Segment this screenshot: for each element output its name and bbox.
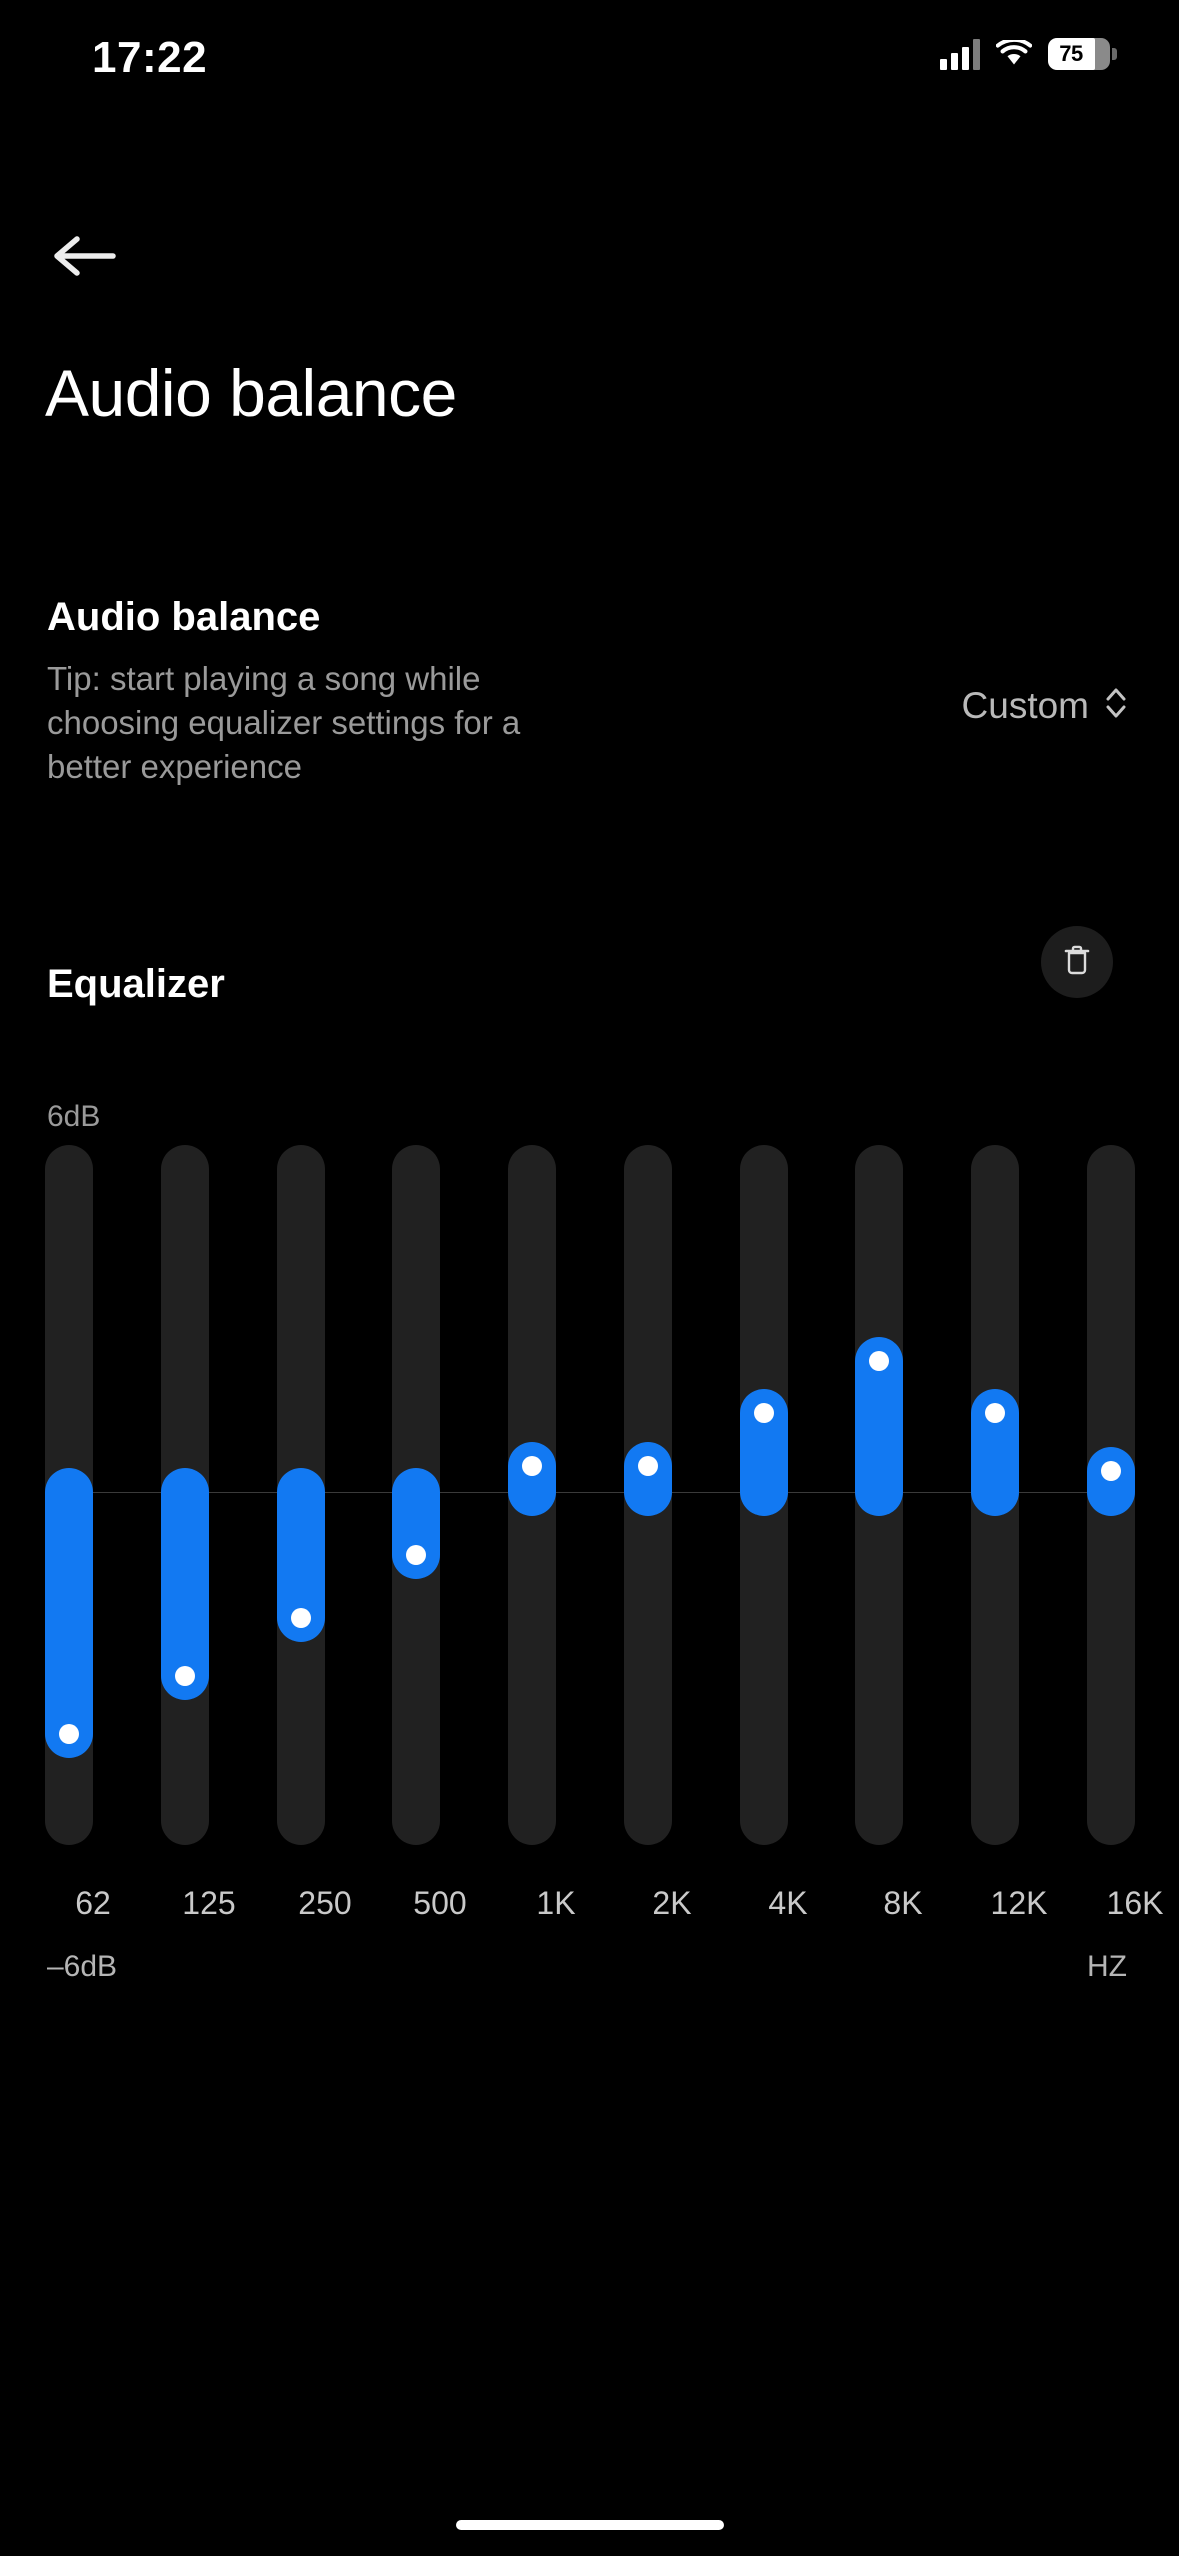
equalizer-band-thumb[interactable] (175, 1665, 195, 1686)
equalizer-sliders[interactable] (45, 1145, 1135, 1845)
back-button[interactable] (36, 210, 132, 306)
audio-balance-tip: Tip: start playing a song while choosing… (47, 660, 521, 785)
equalizer-min-label: –6dB (47, 1950, 118, 1983)
equalizer-band-label: 250 (298, 1885, 352, 1921)
equalizer-band-thumb[interactable] (754, 1403, 774, 1424)
reset-equalizer-button[interactable] (1041, 926, 1113, 998)
trash-icon (1060, 942, 1094, 983)
back-arrow-icon (51, 231, 117, 286)
cellular-signal-icon (940, 38, 980, 70)
equalizer-band-fill (624, 1441, 672, 1516)
home-indicator (455, 2520, 724, 2530)
equalizer-band-125[interactable] (161, 1145, 209, 1845)
wifi-icon (995, 37, 1033, 68)
equalizer-max-label: 6dB (47, 1100, 101, 1133)
equalizer-band-label: 8K (883, 1885, 923, 1921)
status-bar-icons: 75 (940, 37, 1117, 70)
battery-percent-label: 75 (1059, 41, 1083, 66)
equalizer-band-label: 2K (652, 1885, 692, 1921)
equalizer-band-62[interactable] (45, 1145, 93, 1845)
equalizer-band-12k[interactable] (971, 1145, 1019, 1845)
preset-selector[interactable]: Custom (962, 683, 1129, 728)
equalizer-band-16k[interactable] (1087, 1145, 1135, 1845)
battery-cap (1112, 48, 1117, 60)
equalizer-band-4k[interactable] (740, 1145, 788, 1845)
equalizer-band-label: 125 (182, 1885, 236, 1921)
equalizer-band-fill (45, 1468, 93, 1758)
equalizer-band-thumb[interactable] (291, 1608, 311, 1628)
equalizer-band-250[interactable] (277, 1145, 325, 1845)
equalizer-band-thumb[interactable] (1101, 1461, 1121, 1481)
status-bar-time: 17:22 (92, 33, 208, 82)
chevron-up-down-icon (1103, 683, 1129, 728)
equalizer-band-500[interactable] (392, 1145, 440, 1845)
page-title: Audio balance (45, 356, 457, 430)
equalizer-band-thumb[interactable] (59, 1723, 79, 1744)
equalizer-label: Equalizer (47, 962, 225, 1006)
equalizer-unit-label: HZ (1087, 1950, 1127, 1983)
equalizer-band-2k[interactable] (624, 1145, 672, 1845)
equalizer-band-fill (508, 1441, 556, 1516)
equalizer-band-label: 500 (413, 1885, 467, 1921)
preset-selector-value: Custom (961, 684, 1089, 726)
equalizer-band-thumb[interactable] (638, 1455, 658, 1476)
equalizer-band-thumb[interactable] (522, 1455, 542, 1476)
equalizer-band-label: 1K (536, 1885, 576, 1921)
equalizer-header: Equalizer (0, 926, 1179, 1032)
equalizer-band-label: 16K (1106, 1885, 1164, 1921)
equalizer-band-fill (1087, 1447, 1135, 1516)
equalizer-band-thumb[interactable] (985, 1403, 1005, 1424)
equalizer-band-label: 4K (768, 1885, 808, 1921)
battery-icon: 75 (1048, 38, 1117, 70)
equalizer-band-label: 12K (990, 1885, 1048, 1921)
equalizer-band-8k[interactable] (855, 1145, 903, 1845)
equalizer-frequency-labels: 62 125 250 500 1K 2K 4K 8K 12K 16K (45, 1885, 1163, 1935)
equalizer-band-thumb[interactable] (406, 1545, 426, 1565)
equalizer-band-1k[interactable] (508, 1145, 556, 1845)
audio-balance-label: Audio balance (47, 595, 321, 639)
equalizer-band-label: 62 (75, 1885, 111, 1921)
status-bar: 17:22 75 (0, 0, 1179, 120)
equalizer-band-thumb[interactable] (869, 1350, 889, 1371)
